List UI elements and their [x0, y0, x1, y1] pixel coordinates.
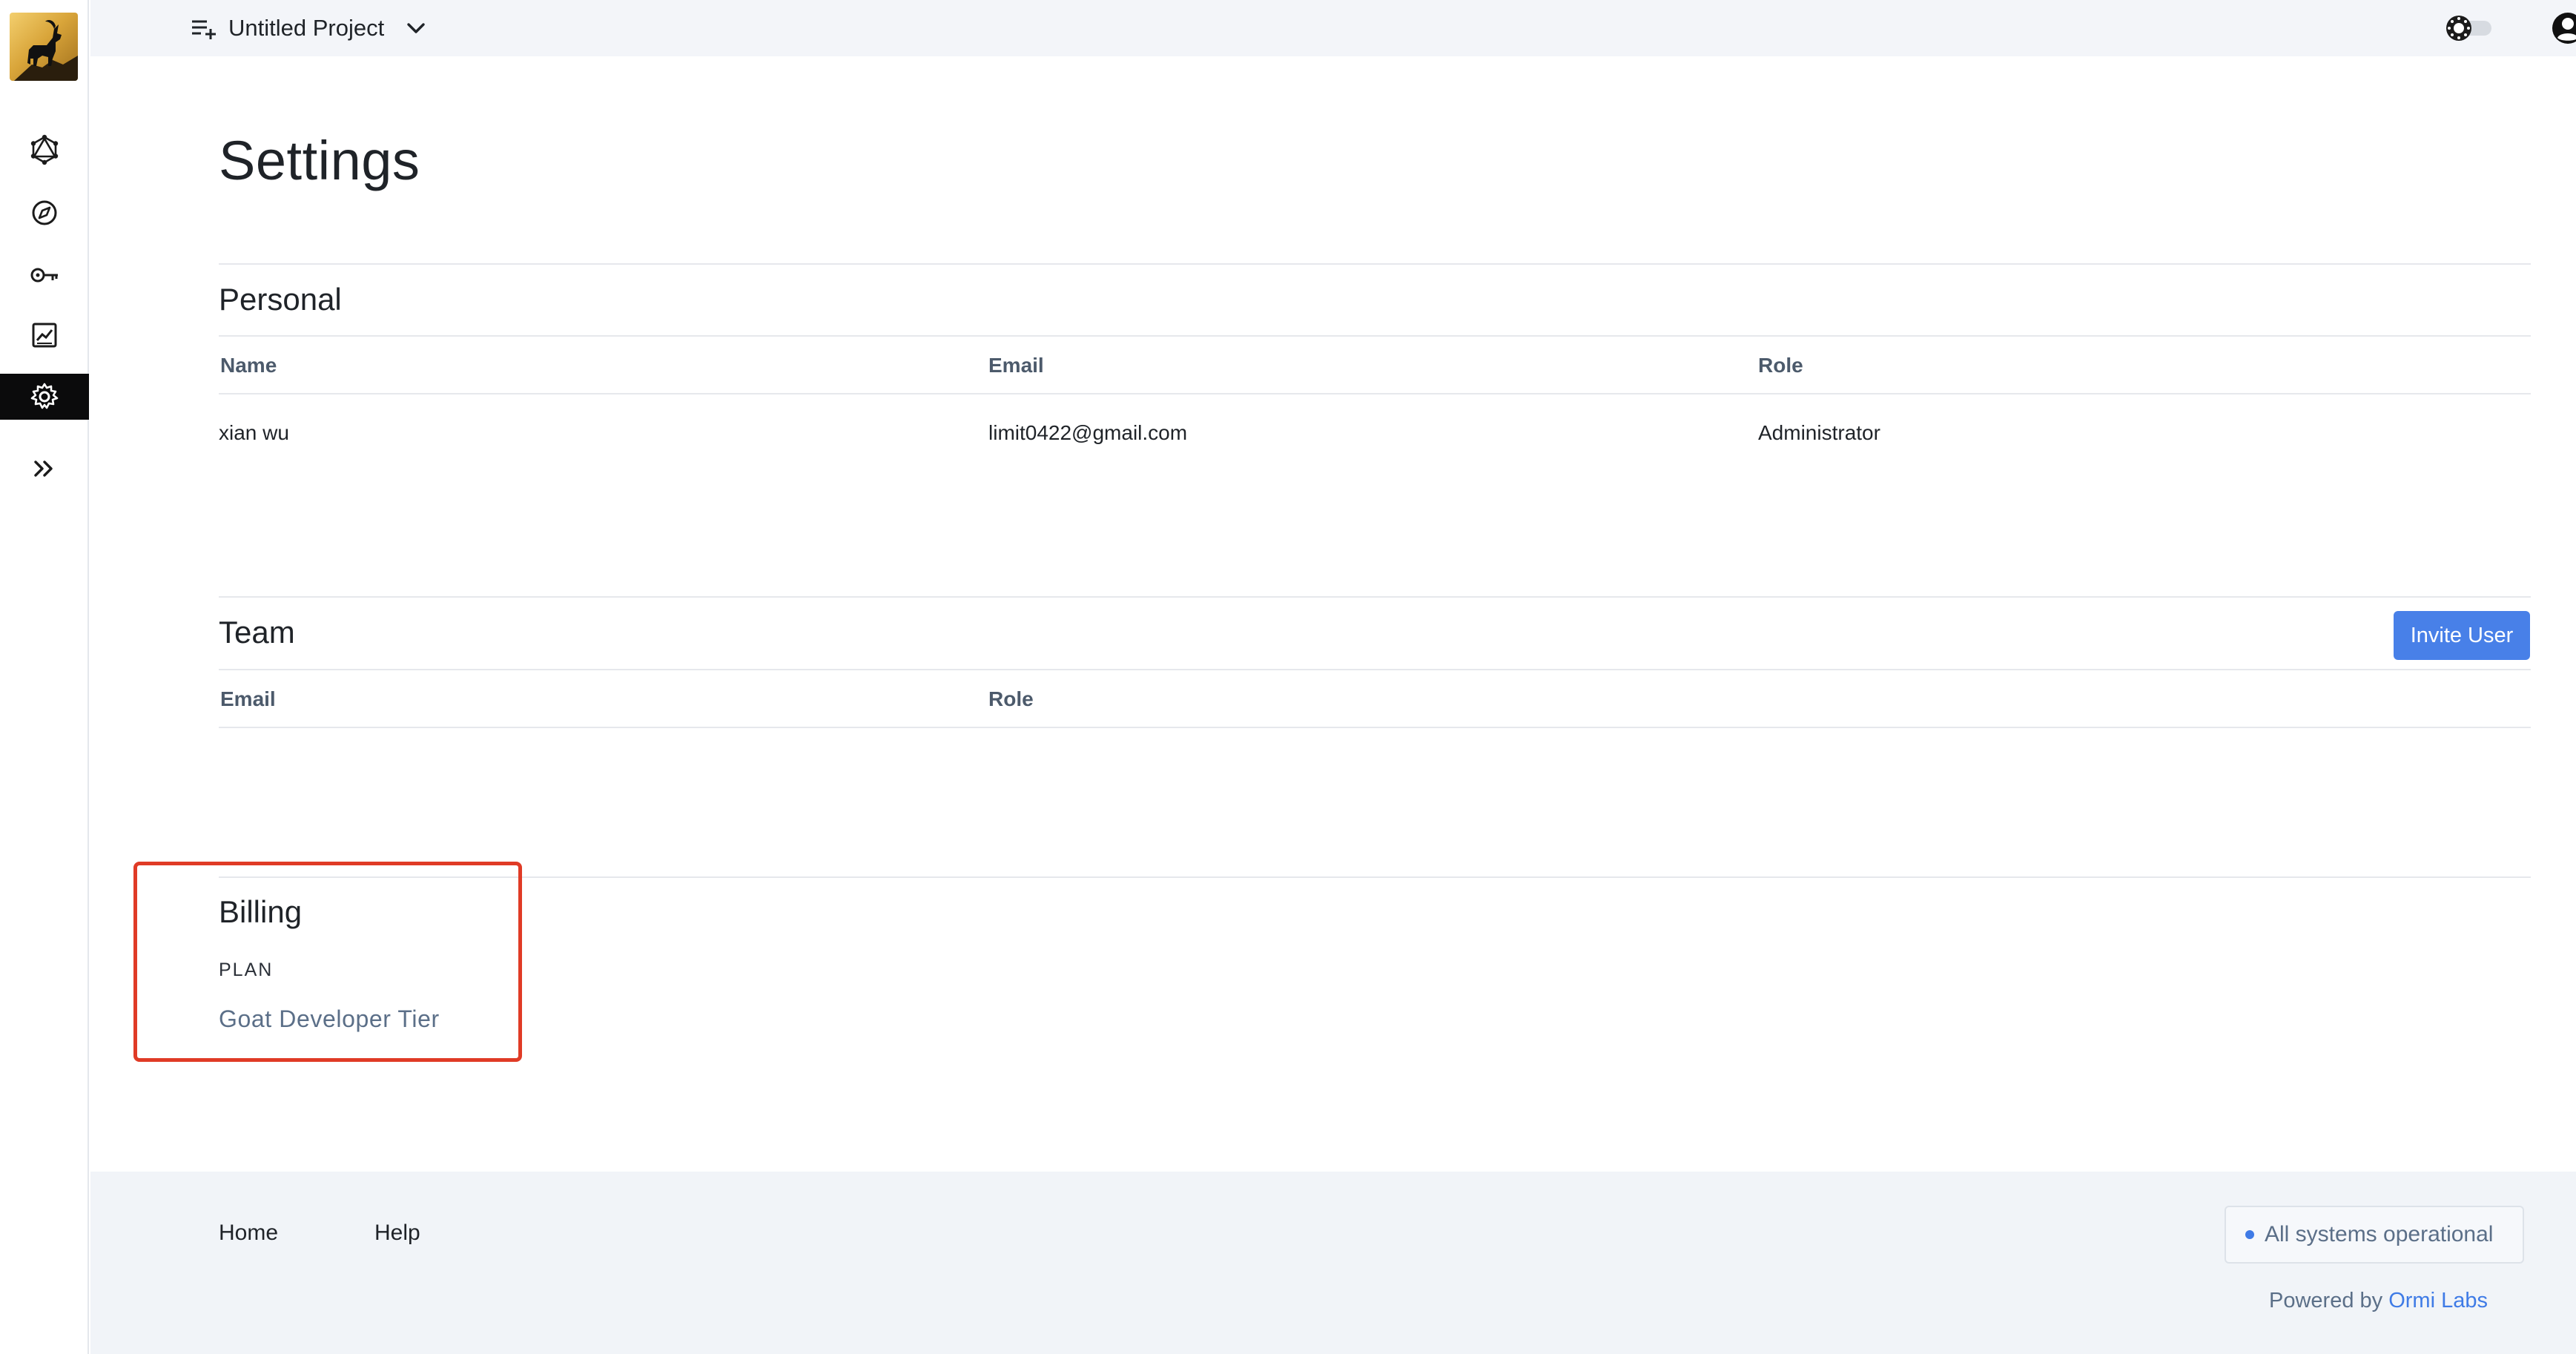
goat-logo[interactable] [10, 13, 78, 81]
invite-user-button[interactable]: Invite User [2394, 611, 2530, 660]
divider [219, 669, 2531, 670]
footer-link-home[interactable]: Home [219, 1221, 278, 1246]
status-text: All systems operational [2265, 1222, 2494, 1246]
column-header-role: Role [988, 687, 1034, 710]
double-chevron-right-icon [34, 460, 53, 477]
team-section-title: Team [219, 615, 295, 650]
plan-label: PLAN [219, 960, 274, 980]
column-header-role: Role [1758, 354, 1803, 377]
top-bar: Untitled Project [90, 0, 2576, 56]
powered-by: Powered by Ormi Labs [2269, 1289, 2488, 1313]
gear-icon [30, 383, 59, 409]
powered-by-brand-link[interactable]: Ormi Labs [2388, 1289, 2488, 1312]
sidebar [0, 0, 89, 1354]
graphql-icon [30, 134, 59, 165]
column-header-name: Name [220, 354, 277, 377]
key-icon [30, 268, 58, 283]
system-status-badge[interactable]: All systems operational [2225, 1206, 2524, 1264]
footer: Home Help All systems operational Powere… [90, 1172, 2576, 1354]
powered-by-prefix: Powered by [2269, 1289, 2383, 1312]
nav-api-keys[interactable] [0, 252, 89, 298]
nav-settings[interactable] [0, 374, 89, 420]
billing-section-title: Billing [219, 894, 303, 929]
settings-page: Settings Personal Name Email Role xian w… [90, 56, 2576, 1172]
nav-graphql[interactable] [0, 127, 89, 173]
nav-expand[interactable] [0, 446, 89, 492]
divider [219, 393, 2531, 394]
chart-icon [32, 323, 57, 348]
divider [219, 596, 2531, 598]
personal-section-title: Personal [219, 282, 342, 317]
sun-icon [2446, 16, 2471, 41]
page-title: Settings [219, 130, 420, 191]
plan-value: Goat Developer Tier [219, 1005, 440, 1032]
column-header-email: Email [988, 354, 1044, 377]
divider [219, 727, 2531, 728]
footer-link-help[interactable]: Help [374, 1221, 420, 1246]
divider [219, 263, 2531, 265]
column-header-email: Email [220, 687, 276, 710]
project-name: Untitled Project [228, 15, 385, 41]
status-dot-icon [2245, 1230, 2254, 1239]
playlist-add-icon [192, 20, 216, 39]
divider [219, 876, 2531, 878]
compass-icon [32, 200, 57, 225]
divider [219, 335, 2531, 337]
nav-analytics[interactable] [0, 312, 89, 358]
personal-name: xian wu [219, 421, 289, 444]
personal-email: limit0422@gmail.com [988, 421, 1188, 444]
chevron-down-icon [407, 23, 425, 33]
project-selector[interactable]: Untitled Project [190, 12, 430, 44]
account-menu[interactable] [2550, 10, 2576, 46]
nav-explore[interactable] [0, 190, 89, 236]
personal-role: Administrator [1758, 421, 1880, 444]
user-circle-icon [2552, 13, 2576, 44]
theme-toggle[interactable] [2443, 12, 2496, 44]
